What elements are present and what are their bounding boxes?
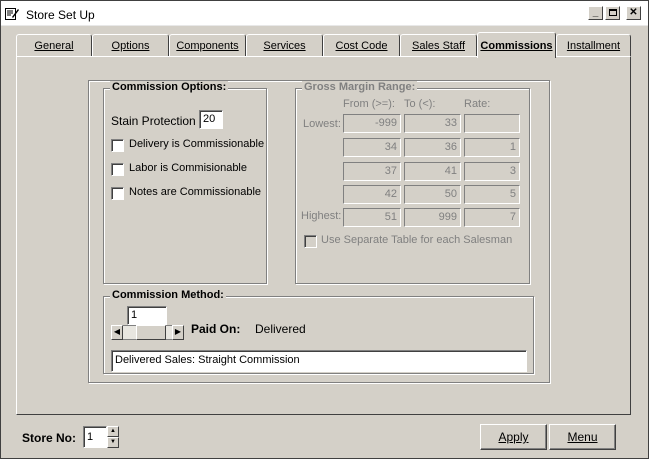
tab-installment[interactable]: Installment <box>556 34 631 56</box>
app-icon <box>5 8 19 20</box>
labor-commissionable-label: Labor is Commisionable <box>129 162 247 174</box>
range-to-input[interactable]: 33 <box>404 114 461 133</box>
close-icon: ✕ <box>629 7 638 18</box>
highest-label: Highest: <box>301 210 342 222</box>
stain-protection-label: Stain Protection % <box>111 114 210 128</box>
range-rate-input[interactable]: 1 <box>464 138 520 157</box>
scroll-right-button[interactable]: ▶ <box>172 325 184 340</box>
range-to-input[interactable]: 50 <box>404 185 461 204</box>
tab-services[interactable]: Services <box>246 34 323 56</box>
commission-method-value[interactable]: 1 <box>127 306 167 325</box>
commission-method-description: Delivered Sales: Straight Commission <box>111 350 527 372</box>
col-from-header: From (>=): <box>343 98 395 110</box>
range-from-input[interactable]: 37 <box>343 162 401 181</box>
range-from-input[interactable]: -999 <box>343 114 401 133</box>
arrow-left-icon: ◀ <box>113 327 121 336</box>
lowest-label: Lowest: <box>303 118 341 130</box>
arrow-down-icon: ▼ <box>110 439 116 445</box>
tab-commissions[interactable]: Commissions <box>477 32 556 58</box>
notes-commissionable-label: Notes are Commissionable <box>129 186 262 198</box>
gross-margin-title: Gross Margin Range: <box>302 81 418 93</box>
title-bar: Store Set Up _ ✕ <box>1 1 648 26</box>
minimize-button[interactable]: _ <box>588 6 603 20</box>
delivery-commissionable-checkbox[interactable] <box>111 139 124 152</box>
store-no-label: Store No: <box>22 431 76 445</box>
store-no-input[interactable]: 1 <box>83 426 107 448</box>
range-from-input[interactable]: 42 <box>343 185 401 204</box>
close-button[interactable]: ✕ <box>626 6 641 20</box>
col-to-header: To (<): <box>404 98 436 110</box>
separate-table-checkbox[interactable] <box>304 235 317 248</box>
range-to-input[interactable]: 36 <box>404 138 461 157</box>
paid-on-value: Delivered <box>255 322 306 336</box>
store-no-down-button[interactable]: ▼ <box>107 437 119 448</box>
tab-general[interactable]: General <box>16 34 92 56</box>
scroll-thumb[interactable] <box>136 325 166 340</box>
store-no-up-button[interactable]: ▲ <box>107 426 119 437</box>
paid-on-label: Paid On: <box>191 322 241 336</box>
maximize-button[interactable] <box>605 6 620 20</box>
apply-button[interactable]: Apply <box>480 424 547 450</box>
notes-commissionable-checkbox[interactable] <box>111 187 124 200</box>
range-rate-input[interactable]: 3 <box>464 162 520 181</box>
range-to-input[interactable]: 999 <box>404 208 461 227</box>
range-to-input[interactable]: 41 <box>404 162 461 181</box>
labor-commissionable-checkbox[interactable] <box>111 163 124 176</box>
commission-method-title: Commission Method: <box>110 289 226 301</box>
range-rate-input[interactable]: 7 <box>464 208 520 227</box>
arrow-right-icon: ▶ <box>174 327 182 336</box>
stain-protection-input[interactable]: 20 <box>199 110 223 129</box>
range-rate-input[interactable] <box>464 114 520 133</box>
maximize-icon <box>608 9 617 16</box>
range-rate-input[interactable]: 5 <box>464 185 520 204</box>
range-from-input[interactable]: 34 <box>343 138 401 157</box>
col-rate-header: Rate: <box>464 98 491 110</box>
tab-sales-staff[interactable]: Sales Staff <box>400 34 477 56</box>
delivery-commissionable-label: Delivery is Commissionable <box>129 138 265 150</box>
separate-table-label: Use Separate Table for each Salesman <box>321 234 513 246</box>
window-title: Store Set Up <box>26 8 95 22</box>
tab-options[interactable]: Options <box>92 34 169 56</box>
minimize-icon: _ <box>592 7 599 18</box>
tab-cost-code[interactable]: Cost Code <box>323 34 400 56</box>
scroll-left-button[interactable]: ◀ <box>111 325 123 340</box>
commission-options-title: Commission Options: <box>110 81 229 93</box>
menu-button[interactable]: Menu <box>549 424 616 450</box>
arrow-up-icon: ▲ <box>110 428 116 434</box>
tab-components[interactable]: Components <box>169 34 246 56</box>
range-from-input[interactable]: 51 <box>343 208 401 227</box>
